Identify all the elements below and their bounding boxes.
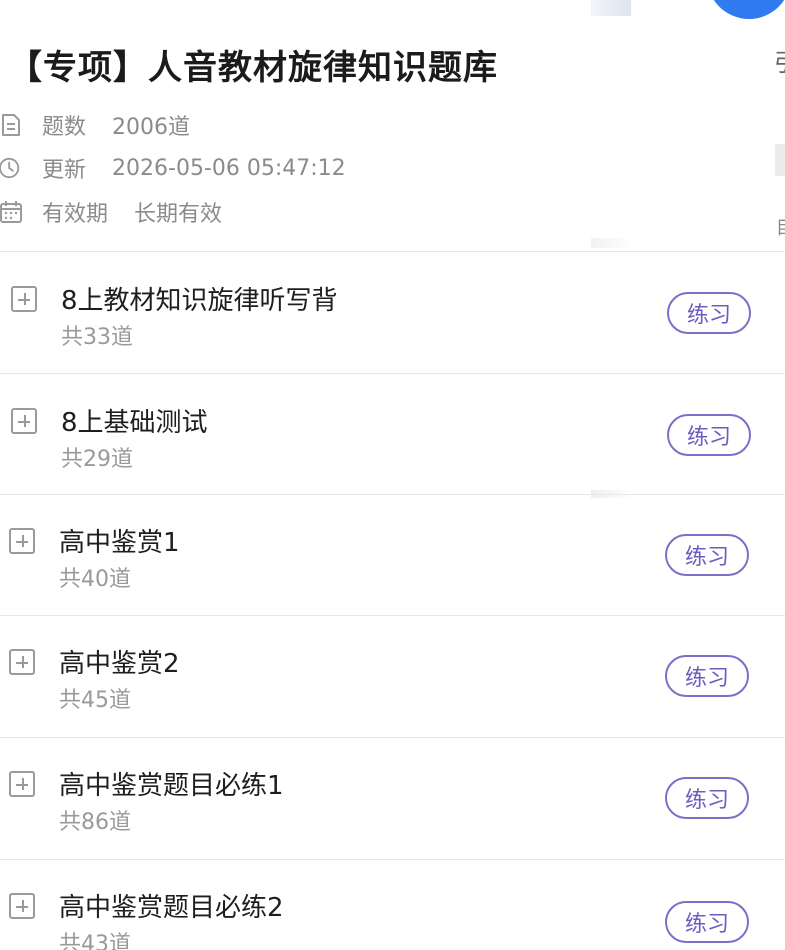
edge-text-fragment: 目 — [776, 214, 785, 240]
avatar[interactable] — [707, 0, 785, 19]
meta-value: 长期有效 — [134, 202, 223, 227]
section-count: 共29道 — [61, 447, 133, 472]
list-item[interactable]: 高中鉴赏题目必练1 共86道 练习 — [0, 738, 785, 859]
section-title: 高中鉴赏1 — [59, 528, 180, 558]
meta-value: 2026-05-06 05:47:12 — [112, 155, 346, 181]
section-count: 共45道 — [59, 688, 131, 713]
list-item[interactable]: 高中鉴赏题目必练2 共43道 练习 — [0, 860, 785, 950]
meta-label: 更新 — [42, 158, 87, 183]
meta-value: 2006道 — [112, 115, 191, 140]
calendar-icon — [0, 200, 22, 224]
edge-panel-fragment — [775, 144, 785, 176]
edge-banner-fragment — [591, 0, 631, 16]
section-title: 8上基础测试 — [61, 408, 208, 438]
section-title: 高中鉴赏题目必练1 — [59, 771, 284, 801]
expand-icon[interactable] — [9, 649, 35, 675]
list-item[interactable]: 8上教材知识旋律听写背 共33道 练习 — [0, 252, 785, 373]
list-item[interactable]: 高中鉴赏2 共45道 练习 — [0, 616, 785, 737]
page-title: 【专项】人音教材旋律知识题库 — [8, 48, 498, 88]
practice-button[interactable]: 练习 — [665, 534, 749, 576]
expand-icon[interactable] — [11, 408, 37, 434]
edge-shadow-fragment — [591, 238, 633, 248]
expand-icon[interactable] — [9, 528, 35, 554]
question-bank-page: 引 目 【专项】人音教材旋律知识题库 题数 2006道 更新 2026-05-0… — [0, 0, 785, 950]
expand-icon[interactable] — [9, 771, 35, 797]
section-title: 8上教材知识旋律听写背 — [61, 286, 338, 316]
practice-button[interactable]: 练习 — [667, 414, 751, 456]
document-icon — [0, 113, 22, 137]
list-item[interactable]: 8上基础测试 共29道 练习 — [0, 374, 785, 495]
practice-button[interactable]: 练习 — [665, 901, 749, 943]
meta-label: 题数 — [42, 115, 87, 140]
edge-text-fragment: 引 — [774, 43, 785, 78]
expand-icon[interactable] — [9, 893, 35, 919]
clock-icon — [0, 156, 22, 180]
section-count: 共40道 — [59, 567, 131, 592]
section-count: 共86道 — [59, 810, 131, 835]
section-title: 高中鉴赏题目必练2 — [59, 893, 284, 923]
list-item[interactable]: 高中鉴赏1 共40道 练习 — [0, 495, 785, 616]
section-count: 共33道 — [61, 325, 133, 350]
meta-label: 有效期 — [42, 202, 109, 227]
expand-icon[interactable] — [11, 286, 37, 312]
meta-validity: 有效期 长期有效 — [0, 197, 222, 227]
practice-button[interactable]: 练习 — [665, 655, 749, 697]
meta-updated: 更新 2026-05-06 05:47:12 — [0, 153, 346, 183]
practice-button[interactable]: 练习 — [667, 292, 751, 334]
meta-question-count: 题数 2006道 — [0, 110, 190, 140]
section-count: 共43道 — [59, 932, 131, 950]
section-title: 高中鉴赏2 — [59, 649, 180, 679]
practice-button[interactable]: 练习 — [665, 777, 749, 819]
